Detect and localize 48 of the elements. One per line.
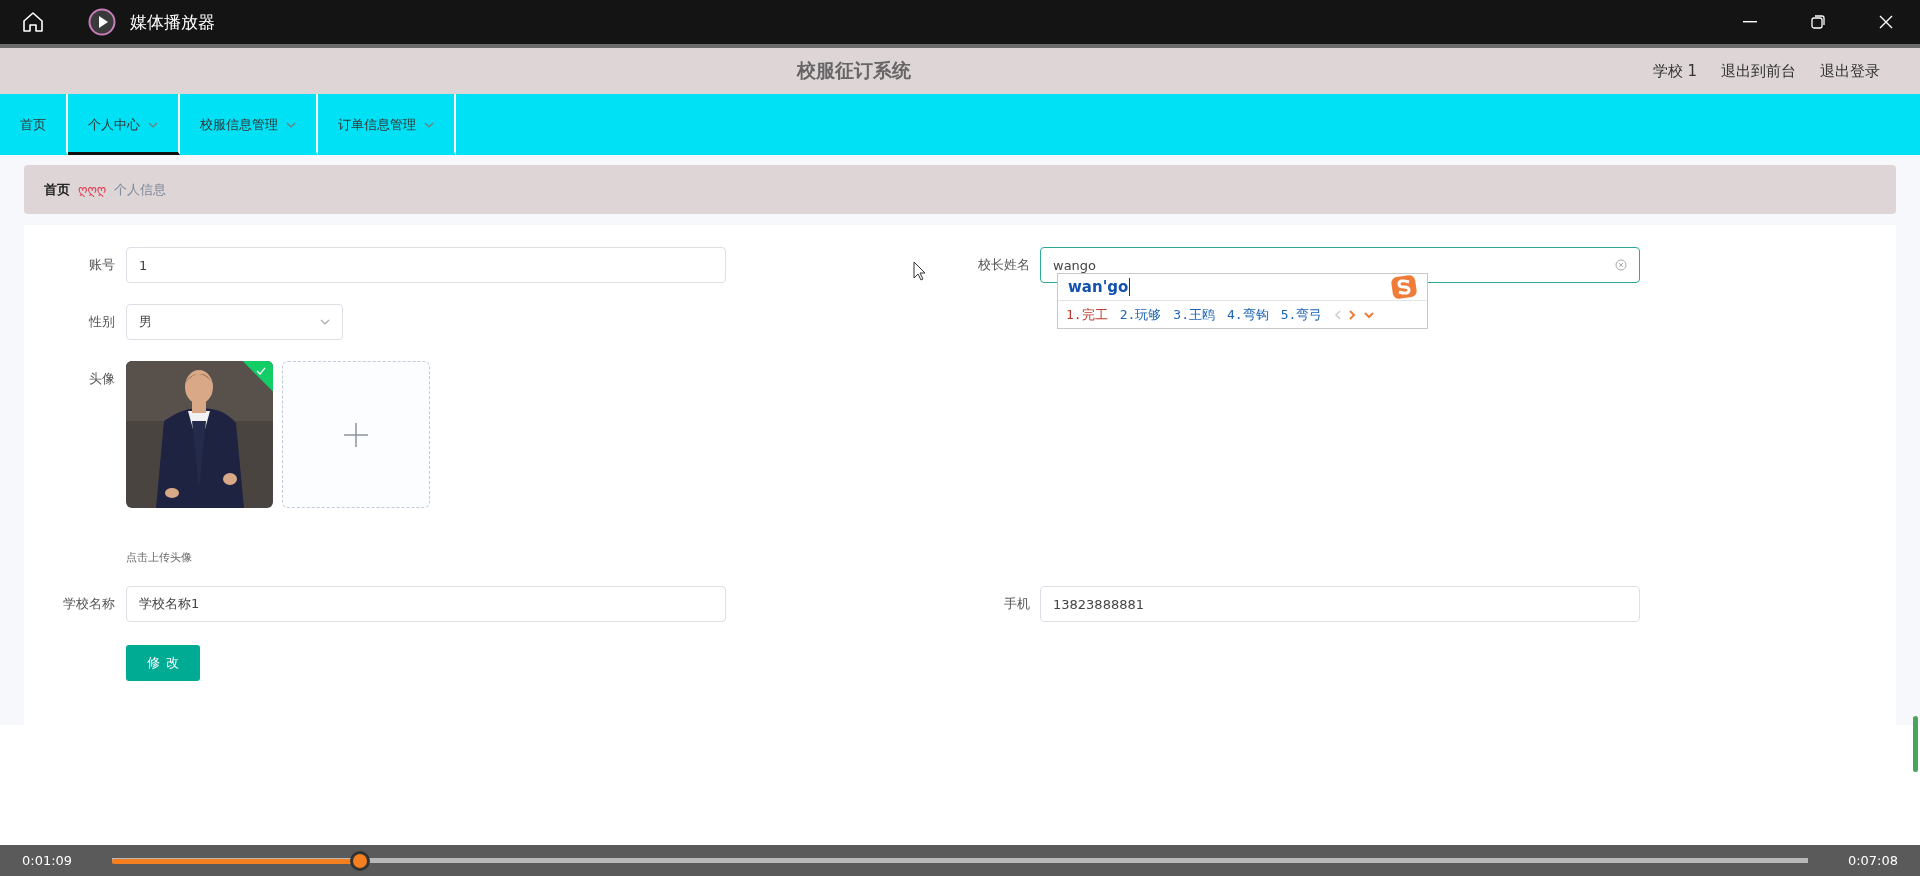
ime-candidate[interactable]: 3.王鸥 [1173, 305, 1215, 324]
select-field[interactable]: 男 [126, 304, 343, 340]
header-link[interactable]: 退出登录 [1820, 61, 1880, 81]
clear-icon[interactable] [1615, 259, 1627, 271]
caret-icon [320, 319, 330, 325]
field-label: 校长姓名 [977, 256, 1030, 274]
expand-icon[interactable] [1364, 310, 1375, 319]
field-label: 性别 [88, 313, 115, 331]
progress-thumb[interactable] [349, 850, 370, 871]
app-title: 校服征订系统 [795, 58, 913, 83]
scrollbar[interactable] [1913, 716, 1918, 772]
nav-label: 首页 [20, 115, 46, 134]
current-time: 0:01:09 [22, 853, 73, 868]
previous-page-icon[interactable] [1334, 309, 1343, 320]
nav-label: 校服信息管理 [200, 115, 278, 134]
check-icon [256, 366, 267, 375]
home-icon[interactable] [22, 11, 44, 33]
ime-candidate[interactable]: 1.完工 [1066, 305, 1108, 324]
field-label: 账号 [88, 256, 115, 274]
header-link[interactable]: 学校 1 [1652, 61, 1697, 81]
next-page-icon[interactable] [1348, 309, 1357, 320]
text-field[interactable]: 学校名称1 [126, 586, 726, 622]
plus-icon [344, 422, 368, 447]
minimize-icon [1743, 21, 1757, 23]
window-title: 媒体播放器 [130, 10, 215, 34]
total-time: 0:07:08 [1847, 853, 1898, 868]
ime-candidate[interactable]: 5.弯弓 [1280, 305, 1323, 324]
ime-candidate[interactable]: 4.弯钩 [1226, 305, 1269, 324]
field-label: 学校名称 [62, 595, 115, 613]
caret-icon [424, 121, 434, 128]
field-label: 头像 [88, 370, 115, 388]
caret-icon [148, 121, 158, 128]
play-icon [88, 8, 116, 36]
upload-hint: 点击上传头像 [126, 550, 193, 565]
header-link[interactable]: 退出到前台 [1721, 61, 1796, 81]
breadcrumb-separator: ღღღ [78, 182, 107, 197]
ime-candidate[interactable]: 2.玩够 [1119, 305, 1162, 324]
caret-icon [286, 121, 296, 128]
breadcrumb-link[interactable]: 首页 [44, 180, 70, 199]
nav-label: 个人中心 [88, 115, 140, 134]
field-label: 手机 [1003, 595, 1030, 613]
nav-label: 订单信息管理 [338, 115, 416, 134]
close-icon [1879, 15, 1893, 29]
text-field[interactable]: 1 [126, 247, 726, 283]
ime-composition: wan'go [1068, 278, 1131, 296]
mouse-cursor-icon [913, 261, 927, 281]
text-field[interactable]: 13823888881 [1040, 586, 1640, 622]
restore-icon [1811, 15, 1825, 29]
